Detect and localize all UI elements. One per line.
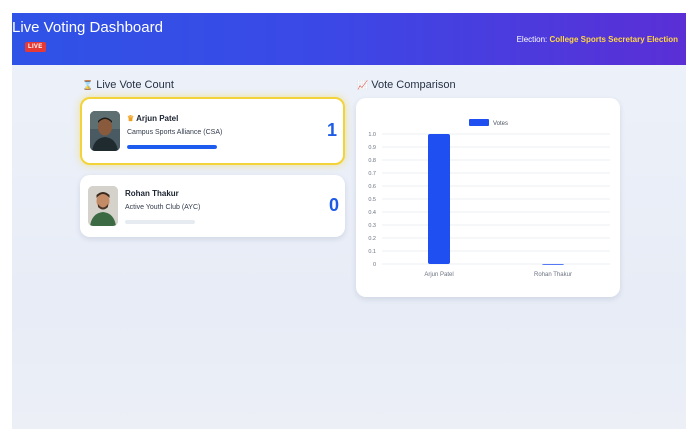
- chart-icon: 📈: [357, 80, 369, 90]
- live-badge: LIVE: [25, 42, 46, 52]
- vote-count-title: Live Vote Count: [96, 79, 174, 91]
- y-tick-label: 0.5: [368, 197, 376, 203]
- bar: [428, 134, 450, 264]
- vote-progress-bar: [125, 220, 195, 224]
- candidate-party: Campus Sports Alliance (CSA): [127, 129, 223, 136]
- candidate-card-arjun[interactable]: ♛ Arjun Patel Campus Sports Alliance (CS…: [80, 97, 345, 165]
- vote-count: 1: [326, 120, 337, 140]
- bar: [542, 264, 564, 265]
- x-tick-label: Rohan Thakur: [534, 272, 572, 278]
- crown-icon: ♛: [127, 114, 135, 123]
- y-tick-label: 0.6: [368, 184, 376, 190]
- legend-label: Votes: [493, 121, 508, 127]
- candidate-party: Active Youth Club (AYC): [125, 204, 201, 211]
- legend-swatch: [469, 119, 489, 126]
- app-title: Live Voting Dashboard: [12, 19, 163, 36]
- vote-count: 0: [328, 195, 339, 215]
- vote-progress-bar: [127, 145, 217, 149]
- y-tick-label: 0.3: [368, 223, 376, 229]
- election-info: Election: College Sports Secretary Elect…: [517, 35, 678, 44]
- y-tick-label: 0.4: [368, 210, 376, 216]
- avatar: [90, 111, 120, 151]
- election-label: Election:: [516, 35, 548, 44]
- bar-chart: 0 0.1 0.2 0.3 0.4 0.5 0.6 0.7 0.8 0.9 1.0 Arjun Pat…: [368, 119, 610, 278]
- vote-comparison-chart: 0 0.1 0.2 0.3 0.4 0.5 0.6 0.7 0.8 0.9 1.0 Arjun Pat…: [356, 98, 620, 297]
- hourglass-icon: ⌛: [82, 80, 94, 90]
- x-tick-label: Arjun Patel: [424, 272, 453, 278]
- avatar: [88, 186, 118, 226]
- vote-count-heading: ⌛ Live Vote Count: [82, 79, 174, 91]
- dashboard-frame: Live Voting Dashboard LIVE Election: Col…: [12, 13, 686, 429]
- y-tick-label: 0.1: [368, 249, 376, 255]
- candidate-name: ♛ Arjun Patel: [127, 114, 179, 123]
- y-tick-label: 0: [373, 262, 376, 268]
- y-tick-label: 0.2: [368, 236, 376, 242]
- header-bar: Live Voting Dashboard LIVE Election: Col…: [12, 13, 686, 65]
- vote-progress-fill: [127, 145, 217, 149]
- y-tick-label: 0.7: [368, 171, 376, 177]
- y-tick-label: 0.8: [368, 158, 376, 164]
- candidate-card-rohan[interactable]: Rohan Thakur Active Youth Club (AYC) 0: [80, 175, 345, 237]
- y-tick-label: 0.9: [368, 145, 376, 151]
- comparison-title: Vote Comparison: [371, 79, 456, 91]
- comparison-heading: 📈 Vote Comparison: [357, 79, 456, 91]
- y-tick-label: 1.0: [368, 132, 376, 138]
- election-name: College Sports Secretary Election: [549, 35, 679, 44]
- candidate-name: Rohan Thakur: [125, 189, 179, 198]
